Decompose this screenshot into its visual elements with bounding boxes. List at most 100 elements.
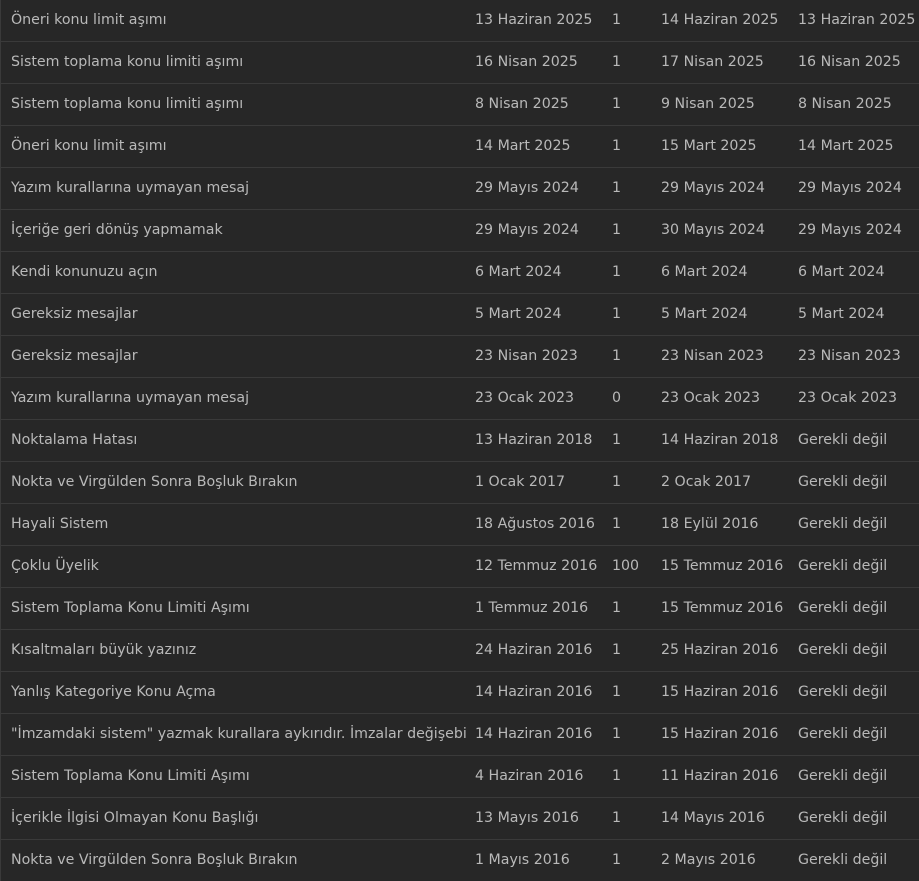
warning-reason: Kısaltmaları büyük yazınız (11, 642, 197, 658)
warning-expiry: 5 Mart 2024 (661, 306, 748, 322)
warning-date: 6 Mart 2024 (475, 264, 562, 280)
warning-reason: Öneri konu limit aşımı (11, 138, 167, 154)
table-row[interactable]: Sistem toplama konu limiti aşımı 8 Nisan… (1, 83, 919, 125)
warning-date: 29 Mayıs 2024 (475, 222, 579, 238)
warning-expiry: 25 Haziran 2016 (661, 642, 779, 658)
warning-date: 29 Mayıs 2024 (475, 180, 579, 196)
warning-reason: Noktalama Hatası (11, 432, 138, 448)
warning-reason: Gereksiz mesajlar (11, 306, 138, 322)
warning-date: 23 Nisan 2023 (475, 348, 578, 364)
warning-points: 1 (612, 306, 622, 322)
warning-date: 12 Temmuz 2016 (475, 558, 598, 574)
table-row[interactable]: Sistem toplama konu limiti aşımı 16 Nisa… (1, 41, 919, 83)
table-row[interactable]: Öneri konu limit aşımı 14 Mart 2025 1 15… (1, 125, 919, 167)
table-row[interactable]: Kendi konunuzu açın 6 Mart 2024 1 6 Mart… (1, 251, 919, 293)
warning-points: 100 (612, 558, 640, 574)
warning-expiry: 11 Haziran 2016 (661, 768, 779, 784)
warning-points: 1 (612, 600, 622, 616)
warning-expiry: 14 Haziran 2018 (661, 432, 779, 448)
warning-date: 1 Temmuz 2016 (475, 600, 589, 616)
table-row[interactable]: İçerikle İlgisi Olmayan Konu Başlığı 13 … (1, 797, 919, 839)
warning-reason: Yazım kurallarına uymayan mesaj (11, 180, 250, 196)
warning-reason: Nokta ve Virgülden Sonra Boşluk Bırakın (11, 474, 298, 490)
warning-removal: Gerekli değil (798, 600, 888, 616)
warning-date: 1 Ocak 2017 (475, 474, 566, 490)
warning-date: 1 Mayıs 2016 (475, 852, 570, 868)
table-row[interactable]: Sistem Toplama Konu Limiti Aşımı 1 Temmu… (1, 587, 919, 629)
warning-date: 14 Haziran 2016 (475, 684, 593, 700)
warning-date: 24 Haziran 2016 (475, 642, 593, 658)
warning-points: 1 (612, 474, 622, 490)
warning-points: 1 (612, 54, 622, 70)
table-row[interactable]: Yazım kurallarına uymayan mesaj 23 Ocak … (1, 377, 919, 419)
warning-date: 13 Haziran 2025 (475, 12, 593, 28)
warning-removal: 16 Nisan 2025 (798, 54, 901, 70)
warning-expiry: 15 Temmuz 2016 (661, 558, 784, 574)
warning-points: 1 (612, 264, 622, 280)
warning-expiry: 14 Mayıs 2016 (661, 810, 765, 826)
warning-date: 4 Haziran 2016 (475, 768, 584, 784)
warning-reason: İçerikle İlgisi Olmayan Konu Başlığı (11, 810, 259, 826)
warning-points: 1 (612, 432, 622, 448)
warning-removal: Gerekli değil (798, 474, 888, 490)
warning-expiry: 18 Eylül 2016 (661, 516, 759, 532)
warning-expiry: 30 Mayıs 2024 (661, 222, 765, 238)
table-row[interactable]: Kısaltmaları büyük yazınız 24 Haziran 20… (1, 629, 919, 671)
warning-date: 8 Nisan 2025 (475, 96, 569, 112)
table-row[interactable]: Gereksiz mesajlar 23 Nisan 2023 1 23 Nis… (1, 335, 919, 377)
warning-expiry: 15 Haziran 2016 (661, 684, 779, 700)
table-row[interactable]: "İmzamdaki sistem" yazmak kurallara aykı… (1, 713, 919, 755)
warning-expiry: 23 Nisan 2023 (661, 348, 764, 364)
warning-reason: Sistem toplama konu limiti aşımı (11, 96, 244, 112)
warning-removal: 8 Nisan 2025 (798, 96, 892, 112)
warning-date: 14 Mart 2025 (475, 138, 571, 154)
warning-points: 1 (612, 516, 622, 532)
warning-points: 1 (612, 180, 622, 196)
warning-points: 1 (612, 852, 622, 868)
warning-points: 1 (612, 348, 622, 364)
warning-removal: Gerekli değil (798, 852, 888, 868)
warning-removal: Gerekli değil (798, 684, 888, 700)
warning-expiry: 9 Nisan 2025 (661, 96, 755, 112)
table-row[interactable]: Hayali Sistem 18 Ağustos 2016 1 18 Eylül… (1, 503, 919, 545)
warning-removal: 5 Mart 2024 (798, 306, 885, 322)
warning-removal: 14 Mart 2025 (798, 138, 894, 154)
warning-expiry: 15 Temmuz 2016 (661, 600, 784, 616)
warning-expiry: 29 Mayıs 2024 (661, 180, 765, 196)
warning-removal: 29 Mayıs 2024 (798, 222, 902, 238)
table-row[interactable]: İçeriğe geri dönüş yapmamak 29 Mayıs 202… (1, 209, 919, 251)
warning-date: 5 Mart 2024 (475, 306, 562, 322)
warning-expiry: 2 Ocak 2017 (661, 474, 752, 490)
table-row[interactable]: Yanlış Kategoriye Konu Açma 14 Haziran 2… (1, 671, 919, 713)
warning-removal: Gerekli değil (798, 768, 888, 784)
table-row[interactable]: Çoklu Üyelik 12 Temmuz 2016 100 15 Temmu… (1, 545, 919, 587)
warning-removal: Gerekli değil (798, 516, 888, 532)
warning-removal: 29 Mayıs 2024 (798, 180, 902, 196)
table-row[interactable]: Gereksiz mesajlar 5 Mart 2024 1 5 Mart 2… (1, 293, 919, 335)
warning-reason: Yanlış Kategoriye Konu Açma (11, 684, 216, 700)
warning-reason: Gereksiz mesajlar (11, 348, 138, 364)
warning-expiry: 2 Mayıs 2016 (661, 852, 756, 868)
warning-reason: Hayali Sistem (11, 516, 109, 532)
table-row[interactable]: Noktalama Hatası 13 Haziran 2018 1 14 Ha… (1, 419, 919, 461)
warning-expiry: 15 Haziran 2016 (661, 726, 779, 742)
warning-removal: 23 Nisan 2023 (798, 348, 901, 364)
warning-date: 23 Ocak 2023 (475, 390, 575, 406)
warning-points: 1 (612, 768, 622, 784)
warning-reason: Nokta ve Virgülden Sonra Boşluk Bırakın (11, 852, 298, 868)
table-row[interactable]: Öneri konu limit aşımı 13 Haziran 2025 1… (1, 0, 919, 41)
warning-date: 13 Haziran 2018 (475, 432, 593, 448)
table-row[interactable]: Sistem Toplama Konu Limiti Aşımı 4 Hazir… (1, 755, 919, 797)
warning-date: 18 Ağustos 2016 (475, 516, 595, 532)
warning-points: 1 (612, 810, 622, 826)
warning-points: 1 (612, 12, 622, 28)
warning-removal: Gerekli değil (798, 810, 888, 826)
table-row[interactable]: Yazım kurallarına uymayan mesaj 29 Mayıs… (1, 167, 919, 209)
warning-removal: 13 Haziran 2025 (798, 12, 916, 28)
warning-date: 14 Haziran 2016 (475, 726, 593, 742)
warning-expiry: 17 Nisan 2025 (661, 54, 764, 70)
warning-removal: Gerekli değil (798, 726, 888, 742)
warning-removal: 23 Ocak 2023 (798, 390, 898, 406)
table-row[interactable]: Nokta ve Virgülden Sonra Boşluk Bırakın … (1, 461, 919, 503)
table-row[interactable]: Nokta ve Virgülden Sonra Boşluk Bırakın … (1, 839, 919, 881)
